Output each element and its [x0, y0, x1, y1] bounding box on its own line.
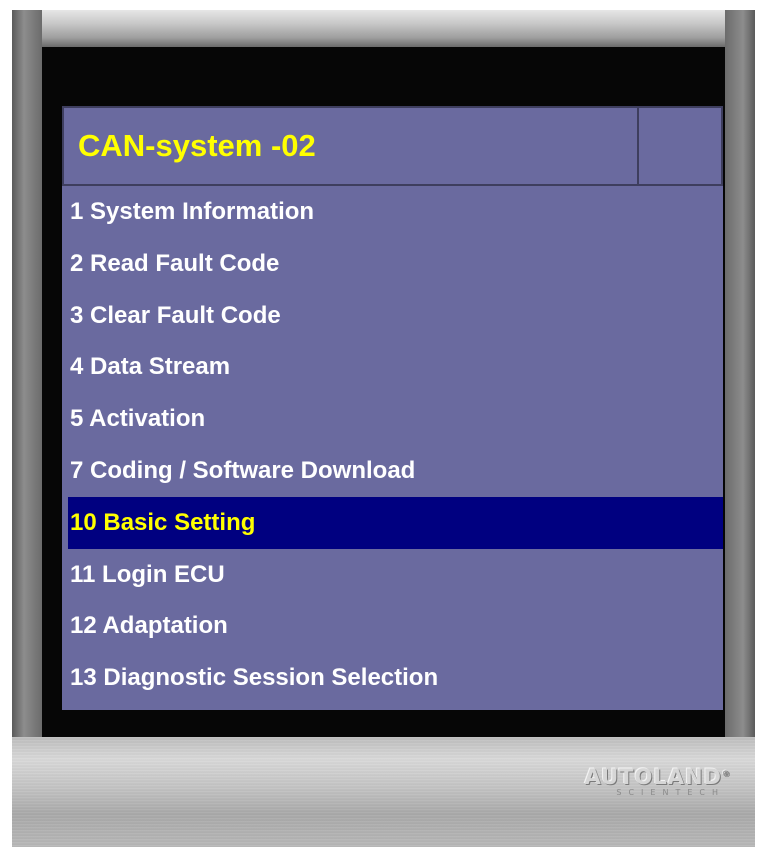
menu-item[interactable]: 2 Read Fault Code [68, 238, 723, 290]
device-bezel-top [12, 10, 755, 47]
menu-item[interactable]: 12 Adaptation [68, 600, 723, 652]
menu-item[interactable]: 4 Data Stream [68, 341, 723, 393]
title-side-box [637, 108, 721, 184]
menu-item[interactable]: 1 System Information [68, 186, 723, 238]
menu-item[interactable]: 11 Login ECU [68, 549, 723, 601]
device-bezel-left [12, 10, 42, 847]
device-bezel-bottom: AUTOLAND® SCIENTECH [12, 737, 755, 847]
page-title: CAN-system -02 [78, 128, 316, 163]
device-bezel-right [725, 10, 755, 847]
lcd-panel: CAN-system -02 1 System Information 2 Rea… [62, 106, 723, 710]
brand-tagline: SCIENTECH [616, 788, 725, 797]
brand-logo: AUTOLAND® SCIENTECH [585, 765, 731, 797]
title-bar: CAN-system -02 [62, 106, 723, 186]
brand-name: AUTOLAND [584, 765, 722, 789]
menu-item[interactable]: 13 Diagnostic Session Selection [68, 652, 723, 704]
function-menu: 1 System Information 2 Read Fault Code 3 C… [68, 186, 723, 710]
menu-item[interactable]: 5 Activation [68, 393, 723, 445]
menu-item[interactable]: 3 Clear Fault Code [68, 290, 723, 342]
menu-item[interactable]: 10 Basic Setting [68, 496, 723, 549]
registered-mark: ® [722, 769, 731, 778]
menu-item[interactable]: 7 Coding / Software Download [68, 445, 723, 497]
